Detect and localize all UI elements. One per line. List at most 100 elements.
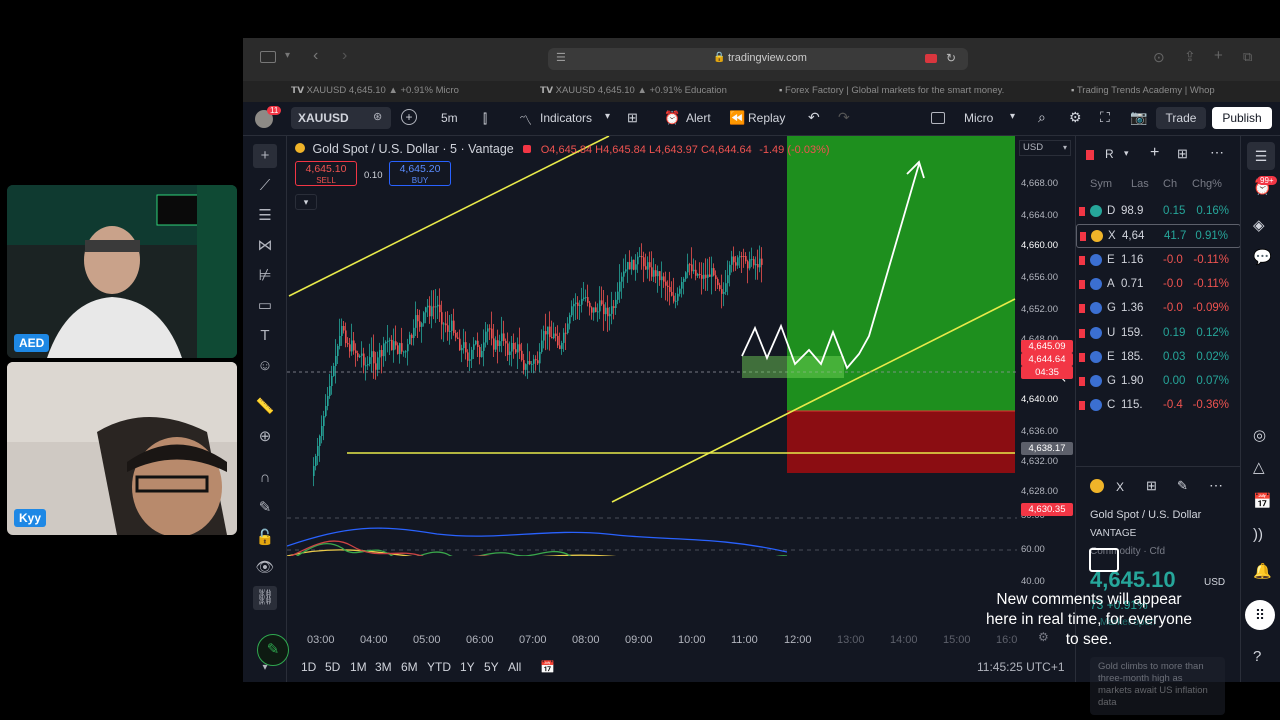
watchlist-row[interactable]: D 98.9 0.15 0.16%	[1076, 200, 1241, 224]
text-icon[interactable]: T	[253, 324, 277, 348]
chevron-down-icon[interactable]: ▾	[1010, 111, 1015, 122]
camera-icon[interactable]: 📷	[1130, 109, 1147, 126]
more-icon[interactable]: ⋯	[1210, 144, 1224, 161]
calendar-icon[interactable]: 📅	[1253, 492, 1272, 510]
alert-icon[interactable]: ⏰	[664, 110, 680, 126]
publish-button[interactable]: Publish	[1212, 107, 1272, 129]
replay-button[interactable]: Replay	[748, 111, 785, 125]
tab-xauusd-micro[interactable]: 𝗧𝗩 XAUUSD 4,645.10 ▲ +0.91% Micro	[291, 85, 501, 96]
detail-symbol[interactable]: X	[1116, 480, 1124, 494]
help-icon[interactable]: ?	[1253, 648, 1261, 665]
crosshair-icon[interactable]: +	[253, 144, 277, 168]
pencil-lock-icon[interactable]: ✎	[253, 496, 277, 520]
watchlist-row[interactable]: C 115. -0.4 -0.36%	[1076, 394, 1241, 418]
range-ytd[interactable]: YTD	[427, 660, 451, 674]
tab-overview-icon[interactable]: ⧉	[1243, 49, 1252, 65]
sell-button[interactable]: 4,645.10 SELL	[295, 161, 357, 186]
price-scale[interactable]: USD ▾ 4,668.00 4,664.00 4,660.00 4,656.00 4,6…	[1017, 136, 1075, 646]
ruler-icon[interactable]: 📏	[253, 395, 277, 419]
bell-icon[interactable]: 🔔	[1253, 562, 1272, 580]
add-symbol-icon[interactable]: +	[1150, 144, 1159, 162]
indicators-icon[interactable]: 〽	[519, 110, 532, 129]
templates-icon[interactable]: ⊞	[627, 110, 638, 126]
record-icon[interactable]	[925, 54, 937, 63]
range-3m[interactable]: 3M	[375, 660, 392, 674]
watchlist-row[interactable]: G 1.90 0.00 0.07%	[1076, 370, 1241, 394]
watchlist-row[interactable]: X 4,64 41.7 0.91%	[1076, 224, 1241, 249]
chevron-down-icon[interactable]: ▾	[285, 50, 290, 61]
layout-name-button[interactable]: Micro	[964, 111, 993, 125]
range-1y[interactable]: 1Y	[460, 660, 475, 674]
pattern-icon[interactable]: ⋈	[253, 234, 277, 258]
tab-forex-factory[interactable]: ▪ Forex Factory | Global markets for the…	[779, 85, 1014, 96]
ideas-icon[interactable]: △	[1253, 458, 1265, 476]
layers-icon[interactable]: ◈	[1253, 216, 1265, 234]
compare-add-icon[interactable]: +	[401, 109, 417, 125]
layout-grid-icon[interactable]: ⊞	[1146, 478, 1157, 494]
range-5d[interactable]: 5D	[325, 660, 340, 674]
interval-button[interactable]: 5m	[441, 111, 458, 125]
zoom-in-icon[interactable]: ⊕	[253, 425, 277, 449]
edit-icon[interactable]: ✎	[1177, 478, 1188, 494]
legend-title[interactable]: Gold Spot / U.S. Dollar · 5 · Vantage	[312, 142, 513, 156]
emoji-icon[interactable]: ☺	[253, 354, 277, 378]
alert-button[interactable]: Alert	[686, 111, 711, 125]
watchlist-row[interactable]: U 159. 0.19 0.12%	[1076, 322, 1241, 346]
download-icon[interactable]: ⊙	[1153, 49, 1165, 66]
search-icon[interactable]: ⌕	[1038, 109, 1046, 126]
watchlist-row[interactable]: E 1.16 -0.0 -0.11%	[1076, 249, 1241, 273]
apps-icon[interactable]: ⠿	[1245, 600, 1275, 630]
lock-icon[interactable]: 🔓	[253, 526, 277, 550]
fib-icon[interactable]: ☰	[253, 204, 277, 228]
trendline-icon[interactable]: ⟋	[253, 174, 277, 198]
forward-icon[interactable]: ›	[342, 47, 347, 65]
goto-date-icon[interactable]: 📅	[540, 660, 555, 674]
link-icon[interactable]: ⛓	[253, 586, 277, 610]
address-bar[interactable]: ☰ 🔒 tradingview.com ↻	[548, 48, 968, 70]
chart-canvas[interactable]: 17	[286, 135, 1017, 620]
share-icon[interactable]: ⇪	[1184, 48, 1196, 65]
chat-icon[interactable]: 💬	[1253, 248, 1272, 266]
currency-select[interactable]: USD ▾	[1019, 140, 1071, 156]
magnet-icon[interactable]: ∩	[253, 466, 277, 490]
range-1d[interactable]: 1D	[301, 660, 316, 674]
indicators-button[interactable]: Indicators	[540, 111, 592, 125]
sidebar-toggle-icon[interactable]	[260, 51, 276, 63]
buy-button[interactable]: 4,645.20 BUY	[389, 161, 451, 186]
chart-style-icon[interactable]: ⫿	[483, 111, 487, 127]
undo-icon[interactable]: ↶	[808, 109, 820, 126]
shapes-icon[interactable]: ▭	[253, 294, 277, 318]
fullscreen-icon[interactable]: ⛶	[1100, 109, 1110, 126]
target-icon[interactable]: ◎	[1253, 426, 1266, 444]
watchlist-row[interactable]: G 1.36 -0.0 -0.09%	[1076, 297, 1241, 321]
chevron-down-icon[interactable]: ▾	[253, 656, 277, 680]
watchlist-row[interactable]: A 0.71 -0.0 -0.11%	[1076, 273, 1241, 297]
detail-name[interactable]: Gold Spot / U.S. Dollar	[1090, 509, 1201, 521]
symbol-settings-icon[interactable]: ⊛	[373, 110, 382, 123]
forecast-icon[interactable]: ⊭	[253, 264, 277, 288]
redo-icon[interactable]: ↷	[838, 109, 850, 126]
price-chart[interactable]: 17 Gold Spot / U.S. Dollar · 5 · Vantage…	[286, 135, 1067, 620]
collapse-legend-icon[interactable]: ▾	[295, 194, 317, 210]
chevron-down-icon[interactable]: ▾	[1124, 148, 1129, 159]
broadcast-icon[interactable]: ))	[1253, 526, 1263, 543]
watchlist-title[interactable]: R	[1105, 147, 1114, 161]
symbol-search[interactable]: XAUUSD ⊛	[291, 107, 391, 129]
reload-icon[interactable]: ↻	[946, 51, 956, 65]
tab-xauusd-education[interactable]: 𝗧𝗩 XAUUSD 4,645.10 ▲ +0.91% Education	[540, 85, 760, 96]
more-icon[interactable]: ⋯	[1209, 477, 1223, 494]
range-6m[interactable]: 6M	[401, 660, 418, 674]
trade-button[interactable]: Trade	[1156, 107, 1206, 129]
tab-trading-trends[interactable]: ▪ Trading Trends Academy | Whop	[1071, 85, 1276, 96]
new-tab-icon[interactable]: +	[1214, 47, 1223, 64]
replay-icon[interactable]: ⏪	[729, 110, 745, 126]
range-all[interactable]: All	[508, 660, 521, 674]
reader-icon[interactable]: ☰	[556, 51, 566, 64]
chevron-down-icon[interactable]: ▾	[605, 111, 610, 122]
range-1m[interactable]: 1M	[350, 660, 367, 674]
layout-icon[interactable]	[931, 112, 945, 124]
back-icon[interactable]: ‹	[313, 47, 318, 65]
eye-icon[interactable]: 👁	[253, 556, 277, 580]
watchlist-icon[interactable]: ☰	[1247, 142, 1275, 170]
layout-grid-icon[interactable]: ⊞	[1177, 146, 1188, 162]
